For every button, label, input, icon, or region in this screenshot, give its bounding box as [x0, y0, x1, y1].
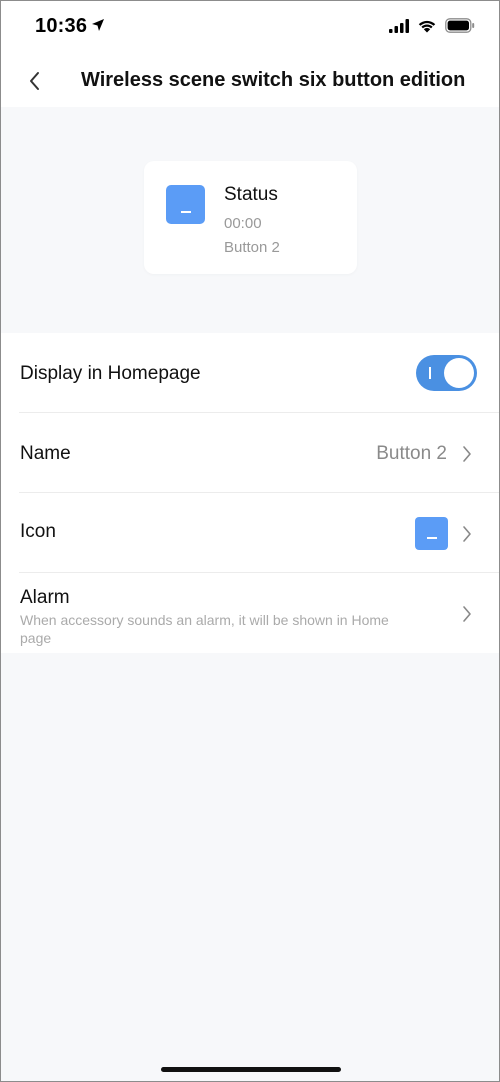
chevron-right-icon	[461, 605, 473, 623]
status-time: 10:36	[35, 15, 88, 37]
chevron-right-icon	[461, 445, 473, 463]
wifi-icon	[417, 18, 437, 38]
display-in-homepage-label: Display in Homepage	[20, 363, 201, 384]
alarm-row[interactable]: Alarm When accessory sounds an alarm, it…	[1, 573, 499, 653]
icon-label: Icon	[20, 521, 56, 542]
card-title: Status	[224, 184, 278, 205]
name-row[interactable]: Name Button 2	[1, 413, 499, 493]
status-card: Status 00:00 Button 2	[144, 161, 357, 274]
toggle-knob	[444, 358, 474, 388]
display-in-homepage-toggle[interactable]	[416, 355, 477, 391]
screen: 10:36 Wireless scene switch six button e…	[0, 0, 500, 1082]
button-tile-icon	[415, 517, 448, 550]
icon-row[interactable]: Icon	[1, 493, 499, 573]
back-button[interactable]	[23, 69, 47, 93]
location-arrow-icon	[91, 18, 105, 37]
name-value: Button 2	[376, 443, 447, 464]
navigation-bar: Wireless scene switch six button edition	[1, 55, 499, 107]
button-tile-icon	[166, 185, 205, 224]
chevron-right-icon	[461, 525, 473, 543]
alarm-description: When accessory sounds an alarm, it will …	[20, 612, 389, 646]
card-time: 00:00	[224, 215, 262, 232]
status-icons	[389, 18, 475, 38]
name-label: Name	[20, 443, 71, 464]
settings-list: Display in Homepage Name Button 2 Icon A…	[1, 333, 499, 653]
display-in-homepage-row: Display in Homepage	[1, 333, 499, 413]
chevron-left-icon	[30, 72, 39, 90]
cellular-signal-icon	[389, 18, 409, 38]
page-title: Wireless scene switch six button edition	[81, 69, 466, 91]
alarm-label: Alarm	[20, 587, 70, 608]
card-subtitle: Button 2	[224, 239, 280, 256]
toggle-on-mark	[429, 367, 431, 379]
battery-icon	[445, 18, 475, 38]
home-indicator[interactable]	[161, 1067, 341, 1072]
status-bar: 10:36	[1, 1, 499, 55]
